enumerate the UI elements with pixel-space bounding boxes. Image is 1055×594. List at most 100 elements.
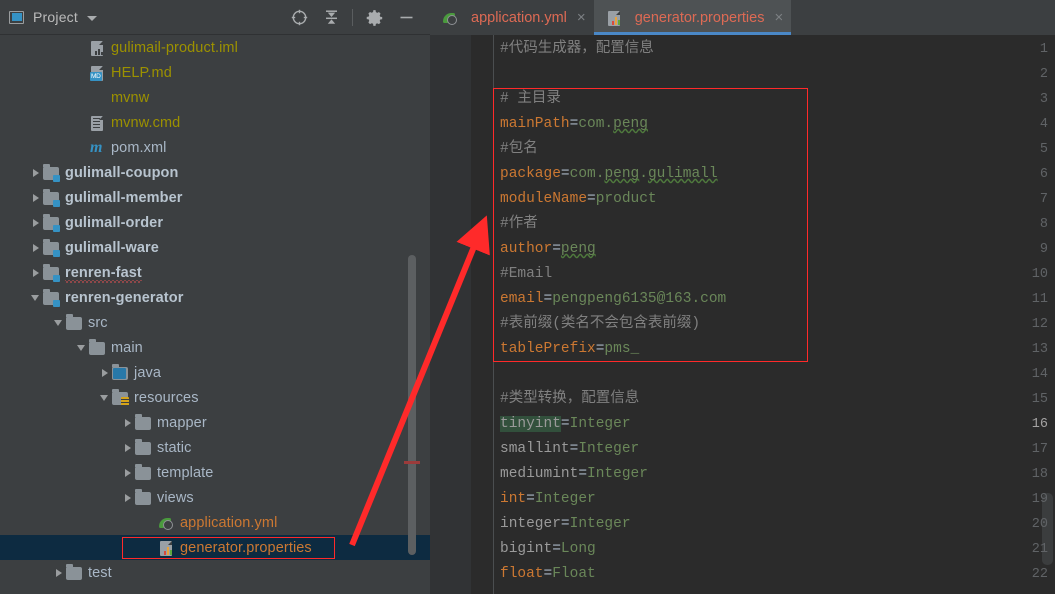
project-toolbar: Project — [0, 0, 430, 35]
code-token: Integer — [587, 466, 648, 482]
tree-row[interactable]: renren-generator — [0, 285, 430, 310]
editor-tab-inactive[interactable]: application.yml × — [430, 0, 594, 35]
tree-row[interactable]: mvnw.cmd — [0, 110, 430, 135]
project-view-selector[interactable]: Project — [0, 9, 97, 25]
tree-row[interactable]: static — [0, 435, 430, 460]
line-number: 10 — [1031, 267, 1048, 282]
module-folder-icon — [43, 163, 60, 182]
code-token: int — [500, 491, 527, 507]
tree-row[interactable]: main — [0, 335, 430, 360]
folder-icon — [89, 338, 106, 356]
properties-file-icon — [158, 540, 175, 556]
tree-toggle-closed-icon[interactable] — [121, 441, 135, 455]
locate-target-icon[interactable] — [283, 4, 315, 32]
tree-toggle-closed-icon[interactable] — [29, 216, 43, 230]
tree-toggle-closed-icon[interactable] — [121, 491, 135, 505]
line-number: 4 — [1039, 117, 1048, 132]
code-editor[interactable]: 1 #代码生成器，配置信息 2 3 # 主目录 4 mainPath=com.peng 5 #包… — [430, 35, 1055, 594]
tree-item-label: java — [134, 364, 161, 381]
tree-row[interactable]: MD HELP.md — [0, 60, 430, 85]
sources-folder-icon — [112, 363, 129, 381]
code-token: float — [500, 566, 544, 582]
tree-row[interactable]: resources — [0, 385, 430, 410]
code-token: #表前缀(类名不会包含表前缀) — [500, 316, 701, 332]
code-token: peng — [560, 241, 596, 257]
editor-tab-active[interactable]: generator.properties × — [593, 0, 792, 35]
code-token: integer — [500, 516, 561, 532]
tree-toggle-open-icon[interactable] — [75, 341, 89, 355]
line-number: 13 — [1031, 342, 1048, 357]
tree-row-selected[interactable]: generator.properties — [0, 535, 430, 560]
tree-row[interactable]: template — [0, 460, 430, 485]
code-token: com. — [578, 116, 614, 132]
settings-gear-icon[interactable] — [358, 4, 390, 32]
project-scrollbar-thumb[interactable] — [408, 255, 416, 555]
tree-toggle-open-icon[interactable] — [29, 291, 43, 305]
tree-row[interactable]: views — [0, 485, 430, 510]
yaml-spring-icon — [442, 10, 459, 26]
tree-toggle-closed-icon[interactable] — [121, 416, 135, 430]
tree-row[interactable]: gulimall-order — [0, 210, 430, 235]
tree-row[interactable]: mvnw — [0, 85, 430, 110]
tree-row[interactable]: src — [0, 310, 430, 335]
code-token: = — [552, 241, 561, 257]
line-number: 14 — [1031, 367, 1048, 382]
line-number: 9 — [1039, 242, 1048, 257]
code-token: Integer — [534, 491, 596, 507]
tree-toggle-open-icon[interactable] — [52, 316, 66, 330]
code-token: = — [552, 541, 561, 557]
folder-icon — [66, 313, 83, 331]
code-line: tinyint=Integer — [500, 412, 631, 437]
close-icon[interactable]: × — [577, 10, 586, 25]
collapse-all-icon[interactable] — [315, 4, 347, 32]
code-line: author=peng — [500, 237, 596, 262]
code-token: = — [560, 516, 570, 532]
tree-item-label: mvnw.cmd — [111, 114, 181, 131]
line-number: 21 — [1031, 542, 1048, 557]
tree-toggle-closed-icon[interactable] — [29, 241, 43, 255]
project-tree[interactable]: gulimail-product.iml MD HELP.md mvnw mvnw… — [0, 35, 430, 594]
code-token: peng — [613, 116, 648, 132]
project-tool-window: Project gulimail-product.iml MD HELP.md … — [0, 0, 430, 594]
tree-row[interactable]: gulimall-ware — [0, 235, 430, 260]
tree-row[interactable]: m pom.xml — [0, 135, 430, 160]
line-number: 11 — [1031, 292, 1048, 307]
code-token: smallint — [500, 441, 570, 457]
tree-toggle-closed-icon[interactable] — [52, 566, 66, 580]
tree-item-label: static — [157, 439, 192, 456]
close-icon[interactable]: × — [774, 10, 783, 25]
tree-toggle-closed-icon[interactable] — [121, 466, 135, 480]
line-number: 1 — [1039, 42, 1048, 57]
tree-row[interactable]: test — [0, 560, 430, 585]
code-token: tablePrefix — [500, 341, 596, 357]
tree-toggle-closed-icon[interactable] — [29, 266, 43, 280]
code-line: #表前缀(类名不会包含表前缀) — [500, 312, 700, 337]
line-number: 16 — [1031, 417, 1048, 432]
tree-item-label: gulimall-coupon — [65, 164, 179, 181]
code-line: bigint=Long — [500, 537, 596, 562]
tree-toggle-closed-icon[interactable] — [29, 166, 43, 180]
tree-row[interactable]: gulimall-coupon — [0, 160, 430, 185]
code-token: = — [543, 291, 553, 307]
tree-toggle-closed-icon[interactable] — [98, 366, 112, 380]
tree-row[interactable]: mapper — [0, 410, 430, 435]
tree-toggle-closed-icon[interactable] — [29, 191, 43, 205]
code-token: #代码生成器，配置信息 — [500, 41, 654, 57]
module-folder-icon — [43, 263, 60, 282]
minimize-icon[interactable] — [390, 4, 422, 32]
tree-row[interactable]: gulimail-product.iml — [0, 35, 430, 60]
tree-row[interactable]: renren-fast — [0, 260, 430, 285]
chevron-down-icon[interactable] — [86, 15, 97, 21]
tree-row[interactable]: gulimall-member — [0, 185, 430, 210]
editor-tab-label: generator.properties — [634, 9, 765, 26]
tree-row[interactable]: application.yml — [0, 510, 430, 535]
line-number: 15 — [1031, 392, 1048, 407]
tree-item-label: template — [157, 464, 214, 481]
tree-row[interactable]: java — [0, 360, 430, 385]
tree-toggle-open-icon[interactable] — [98, 391, 112, 405]
tree-item-label: mapper — [157, 414, 207, 431]
code-token: . — [639, 166, 648, 182]
folder-icon — [135, 488, 152, 506]
